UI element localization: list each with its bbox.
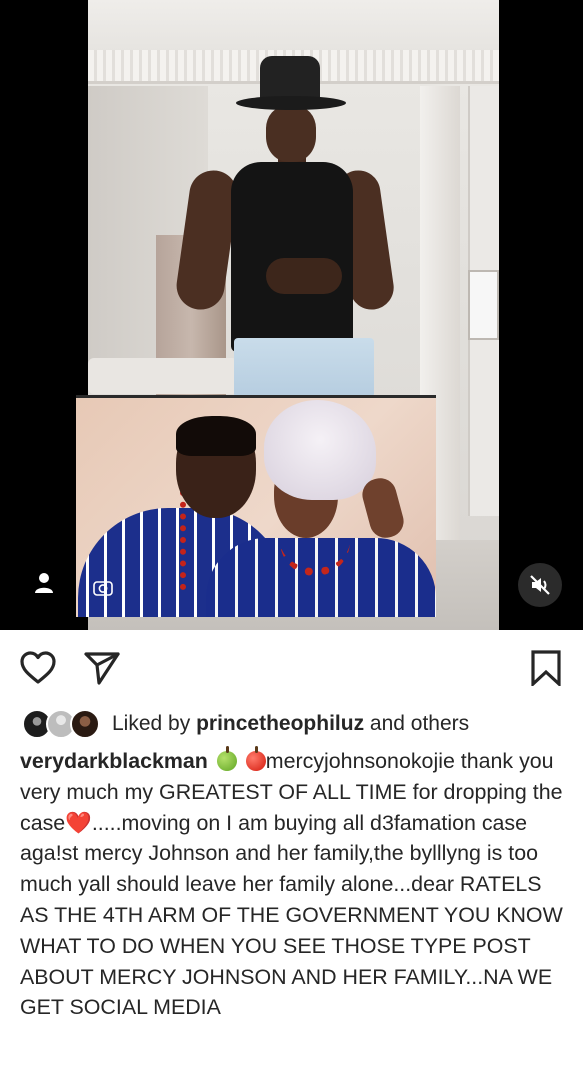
post-actions (0, 630, 583, 702)
scene-sofa (88, 358, 238, 394)
likes-summary[interactable]: Liked by princetheophiluz and others (22, 706, 469, 742)
person-jeans (234, 338, 374, 398)
scene-ceiling (88, 0, 499, 52)
person-hat-brim (236, 96, 346, 110)
camera-icon (93, 581, 113, 596)
share-button[interactable] (82, 648, 122, 688)
caption-mention[interactable]: mercyjohnsonokojie (266, 749, 455, 773)
liker-avatars (22, 709, 100, 739)
heart-outline-icon (20, 651, 56, 684)
liked-by-prefix: Liked by (112, 712, 191, 735)
person-hands (266, 258, 342, 294)
person-head (266, 106, 316, 162)
caption-username[interactable]: verydarkblackman (20, 749, 208, 773)
user-icon[interactable] (29, 569, 59, 599)
post-media[interactable] (0, 0, 583, 630)
liked-by-suffix[interactable]: and others (370, 712, 469, 735)
inset-photo (76, 395, 436, 617)
inset-woman-gele (264, 400, 376, 500)
mute-button[interactable] (518, 563, 562, 607)
person-tank-top (231, 162, 353, 352)
speaker-muted-icon (530, 575, 550, 595)
red-heart-emoji: ❤️ (65, 810, 92, 835)
avatar (70, 709, 100, 739)
scene-window (468, 270, 499, 340)
liked-by-username[interactable]: princetheophiluz (196, 712, 364, 735)
like-button[interactable] (18, 648, 58, 688)
bookmark-icon (531, 650, 561, 686)
red-apple-emoji (245, 746, 266, 771)
post-caption: verydarkblackman mercyjohnsonokojie than… (20, 746, 568, 1023)
inset-man-hair (176, 416, 256, 456)
save-button[interactable] (526, 648, 566, 688)
green-apple-emoji (216, 746, 237, 771)
likes-text: Liked by princetheophiluz and others (112, 712, 469, 736)
paper-plane-icon (84, 652, 120, 685)
inset-woman-hand (358, 474, 408, 542)
caption-text-part-2: .....moving on I am buying all d3famatio… (20, 810, 563, 1020)
